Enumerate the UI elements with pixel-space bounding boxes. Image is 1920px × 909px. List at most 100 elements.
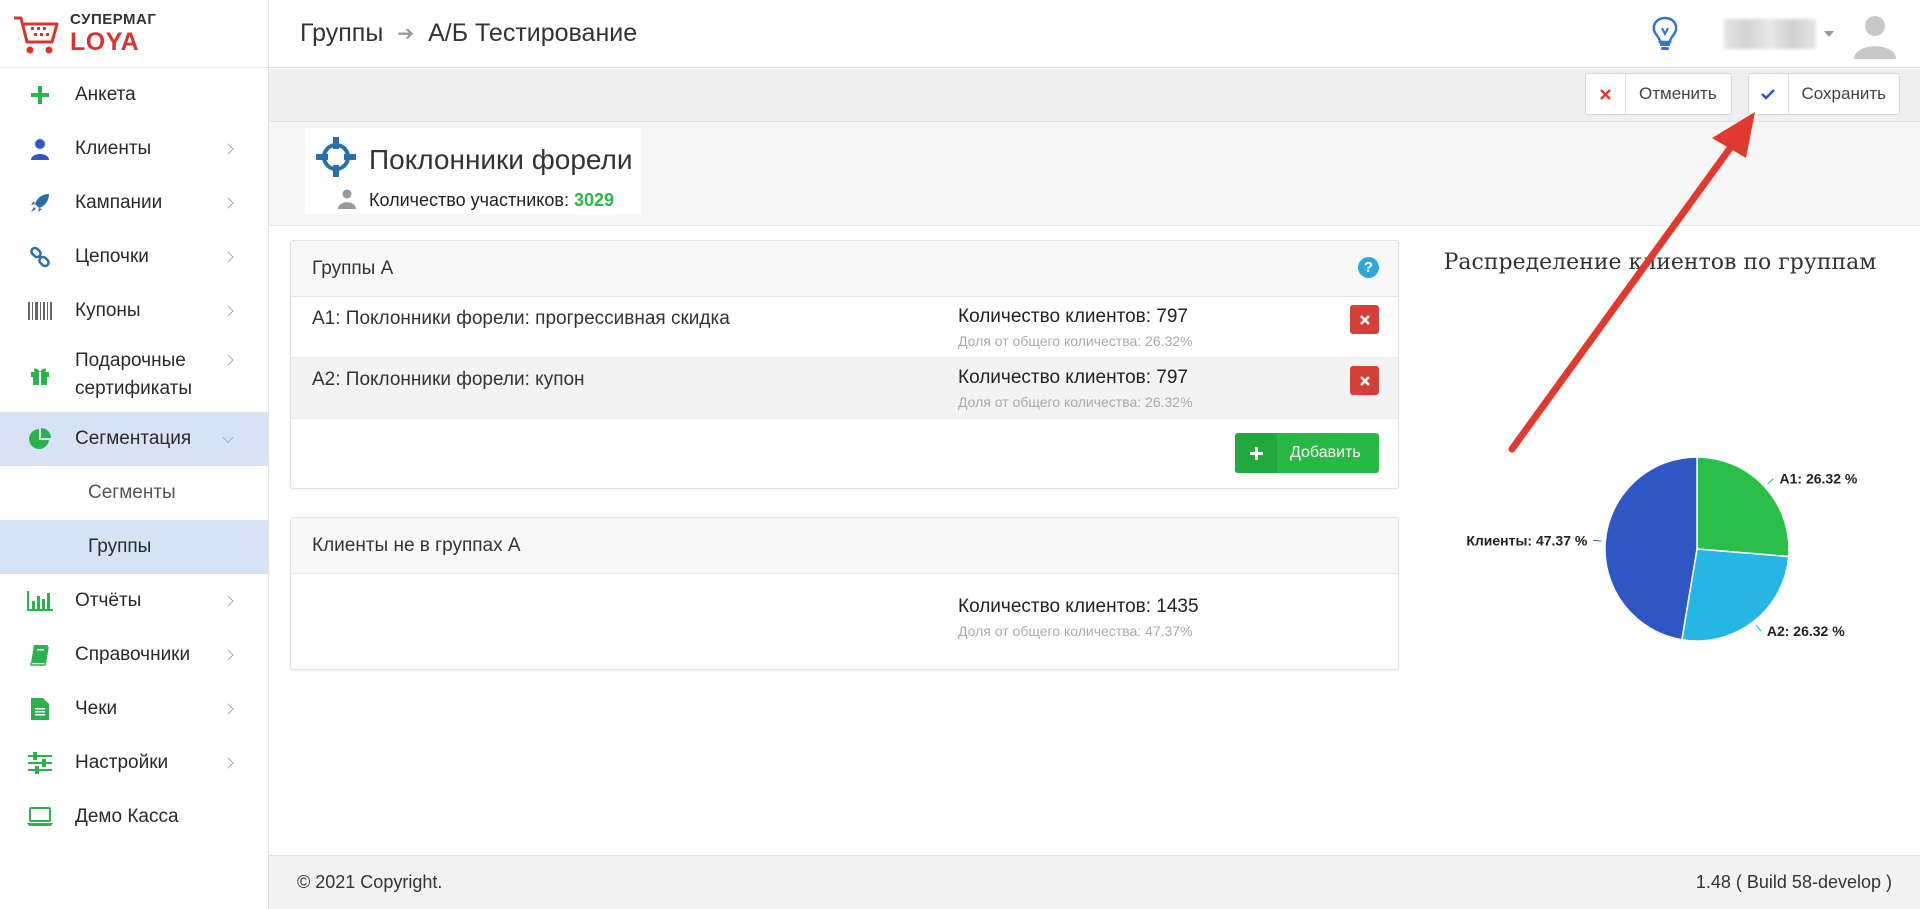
breadcrumb-parent[interactable]: Группы xyxy=(300,19,383,48)
clients-share: Доля от общего количества: 26.32% xyxy=(958,394,1193,410)
bar-chart-icon xyxy=(27,588,53,614)
group-title: Поклонники форели xyxy=(369,144,633,175)
book-icon xyxy=(27,642,53,668)
sidebar-item-gift-certificates[interactable]: Подарочные сертификаты xyxy=(0,338,268,412)
clients-share: Доля от общего количества: 47.37% xyxy=(958,623,1193,639)
cart-logo-icon xyxy=(14,16,59,53)
pie-data-label-0: А1: 26.32 % xyxy=(1780,471,1858,487)
sidebar-item-label: Подарочные сертификаты xyxy=(75,350,193,399)
sidebar-item-campaigns[interactable]: Кампании xyxy=(0,176,268,230)
sidebar-item-anketa[interactable]: Анкета xyxy=(0,68,268,122)
pie-label-connector-1 xyxy=(1755,624,1762,632)
sidebar-item-label: Цепочки xyxy=(75,246,149,268)
sidebar-item-label: Сегментация xyxy=(75,428,192,450)
groups-panel: Группы А ? А1: Поклонники форели: прогре… xyxy=(290,240,1399,489)
arrow-right-icon: ➔ xyxy=(397,23,415,45)
pie-data-label-1: А2: 26.32 % xyxy=(1767,623,1845,639)
brand-name: LOYA xyxy=(70,28,140,56)
sidebar-subitem-groups[interactable]: Группы xyxy=(0,520,268,574)
avatar[interactable] xyxy=(1850,9,1900,59)
cancel-button-label: Отменить xyxy=(1639,84,1717,103)
sidebar-item-receipts[interactable]: Чеки xyxy=(0,682,268,736)
clients-count: Количество клиентов: 797 xyxy=(958,306,1189,327)
sidebar-item-clients[interactable]: Клиенты xyxy=(0,122,268,176)
barcode-icon xyxy=(27,298,53,324)
brand-sub: СУПЕРМАГ xyxy=(70,11,157,28)
pie-slice-0[interactable] xyxy=(1696,456,1790,558)
sidebar-subitem-segments[interactable]: Сегменты xyxy=(0,466,268,520)
pie-chart: А1: 26.32 % А2: 26.32 % Клиенты: 47.37 % xyxy=(1466,456,1858,642)
pie-chart-icon xyxy=(27,426,53,452)
check-icon xyxy=(1749,74,1789,114)
sidebar-item-chains[interactable]: Цепочки xyxy=(0,230,268,284)
table-row: А1: Поклонники форели: прогрессивная ски… xyxy=(291,297,1398,358)
close-icon xyxy=(1359,314,1370,325)
plus-icon xyxy=(1235,433,1277,473)
participants-label: Количество участников: xyxy=(369,190,569,210)
crosshair-icon xyxy=(316,137,356,177)
person-icon xyxy=(338,189,356,209)
group-header: Поклонники форели Количество участников:… xyxy=(269,122,1920,226)
footer: © 2021 Copyright. 1.48 ( Build 58-develo… xyxy=(269,855,1920,909)
copyright: © 2021 Copyright. xyxy=(297,872,443,892)
add-button-label: Добавить xyxy=(1290,444,1361,461)
logo[interactable]: СУПЕРМАГ LOYA xyxy=(0,0,268,68)
top-header: Группы ➔ А/Б Тестирование xyxy=(269,0,1920,68)
version: 1.48 ( Build 58-develop ) xyxy=(1695,872,1892,892)
table-row: А2: Поклонники форели: купон Количество … xyxy=(291,358,1398,419)
sidebar-item-label: Клиенты xyxy=(75,138,152,160)
help-icon[interactable]: ? xyxy=(1358,257,1379,278)
participants-count: Количество участников: 3029 xyxy=(369,190,614,211)
sidebar-item-label: Настройки xyxy=(75,752,169,774)
clients-count: Количество клиентов: 1435 xyxy=(958,596,1199,617)
add-group-button[interactable]: Добавить xyxy=(1235,433,1379,473)
sidebar-item-settings[interactable]: Настройки xyxy=(0,736,268,790)
chart-title: Распределение клиентов по группам xyxy=(1443,250,1877,275)
pie-label-connector-0 xyxy=(1767,478,1774,485)
sidebar-item-segmentation[interactable]: Сегментация xyxy=(0,412,268,466)
sidebar-item-label: Чеки xyxy=(75,698,118,720)
rocket-icon xyxy=(27,190,53,216)
sidebar-item-label: Демо Касса xyxy=(75,806,179,828)
pie-slice-2[interactable] xyxy=(1604,456,1698,641)
breadcrumb: Группы ➔ А/Б Тестирование xyxy=(269,19,637,48)
close-icon xyxy=(1359,375,1370,386)
close-icon xyxy=(1586,74,1626,114)
pie-data-label-2: Клиенты: 47.37 % xyxy=(1466,532,1588,548)
gift-icon xyxy=(27,362,53,388)
clients-count: Количество клиентов: 797 xyxy=(958,367,1189,388)
user-icon xyxy=(27,136,53,162)
sidebar-item-coupons[interactable]: Купоны xyxy=(0,284,268,338)
sidebar-item-demo-cash[interactable]: Демо Касса xyxy=(0,790,268,844)
sidebar: СУПЕРМАГ LOYA Анкета Клиенты Кампании Це… xyxy=(0,0,269,909)
sidebar-menu: Анкета Клиенты Кампании Цепочки Купоны П… xyxy=(0,68,268,844)
sidebar-item-label: Купоны xyxy=(75,300,141,322)
lightbulb-icon[interactable] xyxy=(1650,16,1680,52)
user-name-redacted[interactable] xyxy=(1724,19,1816,49)
group-name[interactable]: А1: Поклонники форели: прогрессивная ски… xyxy=(312,308,730,330)
sidebar-item-directories[interactable]: Справочники xyxy=(0,628,268,682)
cancel-button[interactable]: Отменить xyxy=(1585,73,1732,115)
receipt-icon xyxy=(27,696,53,722)
caret-down-icon[interactable] xyxy=(1824,31,1834,37)
sidebar-item-label: Кампании xyxy=(75,192,163,214)
action-bar: Отменить Сохранить xyxy=(269,69,1920,122)
participants-value: 3029 xyxy=(573,190,615,210)
laptop-icon xyxy=(27,804,53,830)
pie-label-connector-2 xyxy=(1593,539,1602,542)
sidebar-item-label: Отчёты xyxy=(75,590,142,612)
sidebar-item-label: Анкета xyxy=(75,84,136,106)
link-icon xyxy=(27,244,53,270)
group-name[interactable]: А2: Поклонники форели: купон xyxy=(312,369,585,391)
sliders-icon xyxy=(27,750,53,776)
delete-button[interactable] xyxy=(1350,305,1379,334)
sidebar-item-label: Справочники xyxy=(75,644,191,666)
delete-button[interactable] xyxy=(1350,366,1379,395)
breadcrumb-current: А/Б Тестирование xyxy=(428,19,638,47)
panel-title: Группы А xyxy=(312,257,394,279)
save-button[interactable]: Сохранить xyxy=(1748,73,1900,115)
save-button-label: Сохранить xyxy=(1801,84,1886,103)
clients-share: Доля от общего количества: 26.32% xyxy=(958,333,1193,349)
no-group-panel: Клиенты не в группах А Количество клиент… xyxy=(290,517,1399,670)
sidebar-item-reports[interactable]: Отчёты xyxy=(0,574,268,628)
